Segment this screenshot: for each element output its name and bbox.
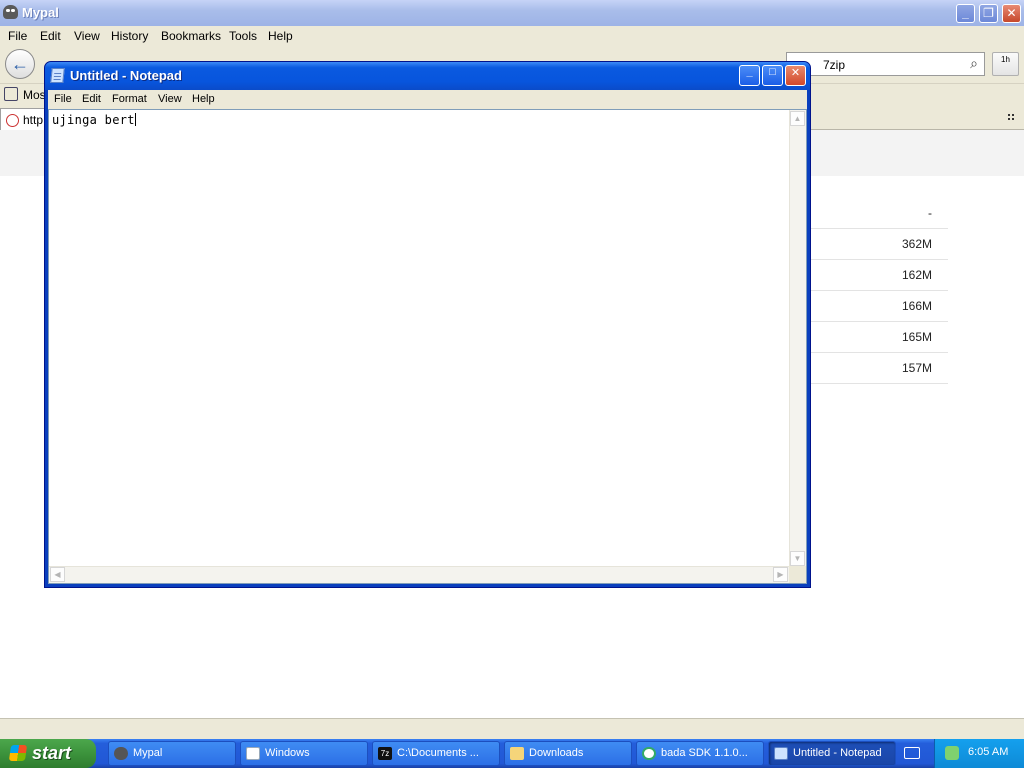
notepad-title-bar[interactable]: Untitled - Notepad _ □ ✕ (45, 62, 810, 90)
taskbar-label: C:\Documents ... (397, 747, 479, 759)
scroll-down-icon[interactable]: ▼ (790, 551, 805, 566)
taskbar-label: Windows (265, 747, 310, 759)
scroll-left-icon[interactable]: ◀ (50, 567, 65, 582)
clock[interactable]: 6:05 AM (968, 746, 1008, 758)
taskbar: start Mypal Windows 7z C:\Documents ... … (0, 739, 1024, 768)
taskbar-item-downloads[interactable]: Downloads (504, 741, 632, 766)
restore-button[interactable]: ❐ (979, 4, 998, 23)
menu-help[interactable]: Help (268, 29, 293, 43)
close-button[interactable]: ✕ (1002, 4, 1021, 23)
menu-bookmarks[interactable]: Bookmarks (161, 29, 221, 43)
mypal-icon (114, 747, 128, 760)
downloads-label: 1h (1001, 55, 1010, 64)
mypal-app-icon (3, 5, 18, 19)
taskbar-label: Untitled - Notepad (793, 747, 882, 759)
notepad-window: Untitled - Notepad _ □ ✕ File Edit Forma… (44, 61, 811, 588)
list-item: 157M (811, 353, 948, 384)
notepad-maximize-button[interactable]: □ (762, 65, 783, 86)
notepad-text-area[interactable]: ujinga bert ▲ ▼ ◀ ▶ (48, 109, 807, 584)
search-icon[interactable]: ⌕ (970, 55, 978, 72)
start-button[interactable]: start (0, 739, 96, 768)
tab-label: http (23, 113, 44, 127)
taskbar-item-mypal[interactable]: Mypal (108, 741, 236, 766)
menu-view[interactable]: View (74, 29, 100, 43)
notepad-menu-file[interactable]: File (54, 93, 72, 105)
network-icon[interactable] (945, 746, 959, 760)
search-input[interactable]: 7zip ⌕ (786, 52, 985, 76)
browser-title-bar: Mypal _ ❐ ✕ (0, 0, 1024, 26)
browser-title: Mypal (22, 5, 59, 20)
taskbar-item-bada-sdk[interactable]: bada SDK 1.1.0... (636, 741, 764, 766)
list-item: - (811, 198, 948, 229)
menu-history[interactable]: History (111, 29, 148, 43)
notepad-minimize-button[interactable]: _ (739, 65, 760, 86)
notepad-title: Untitled - Notepad (70, 68, 182, 83)
file-size: 362M (901, 237, 932, 251)
list-item: 166M (811, 291, 948, 322)
taskbar-item-windows[interactable]: Windows (240, 741, 368, 766)
vertical-scrollbar[interactable]: ▲ ▼ (789, 110, 806, 567)
menu-file[interactable]: File (8, 29, 27, 43)
start-label: start (32, 743, 72, 763)
notepad-menu-view[interactable]: View (158, 93, 182, 105)
taskbar-label: Downloads (529, 747, 584, 759)
bookmark-icon (4, 87, 18, 101)
menu-tools[interactable]: Tools (229, 29, 257, 43)
notepad-menu-edit[interactable]: Edit (82, 93, 101, 105)
file-size: - (928, 206, 932, 220)
notepad-text: ujinga bert (52, 113, 135, 127)
file-size: 166M (901, 299, 932, 313)
7zip-icon: 7z (378, 747, 392, 760)
all-tabs-icon[interactable] (1007, 113, 1016, 122)
list-item: 362M (811, 229, 948, 260)
downloads-button[interactable]: 1h (992, 52, 1019, 76)
taskbar-label: bada SDK 1.1.0... (661, 747, 748, 759)
notepad-menu-format[interactable]: Format (112, 93, 147, 105)
keyboard-icon[interactable] (904, 747, 920, 759)
back-arrow-icon[interactable]: ← (5, 49, 35, 79)
taskbar-label: Mypal (133, 747, 163, 759)
browser-menu-bar: File Edit View History Bookmarks Tools H… (0, 26, 1024, 46)
taskbar-item-7zip[interactable]: 7z C:\Documents ... (372, 741, 500, 766)
notepad-menu-help[interactable]: Help (192, 93, 215, 105)
browser-status-bar (0, 718, 1024, 739)
menu-edit[interactable]: Edit (40, 29, 61, 43)
notepad-icon (774, 747, 788, 760)
search-value: 7zip (823, 58, 846, 72)
window-icon (246, 747, 260, 760)
horizontal-scrollbar[interactable]: ◀ ▶ (49, 566, 789, 583)
list-item: 165M (811, 322, 948, 353)
file-size: 162M (901, 268, 932, 282)
system-tray: 6:05 AM (934, 739, 1024, 768)
minimize-button[interactable]: _ (956, 4, 975, 23)
file-size: 157M (901, 361, 932, 375)
list-item: 162M (811, 260, 948, 291)
folder-icon (510, 747, 524, 760)
browser-icon (642, 747, 656, 760)
notepad-icon (50, 68, 65, 83)
scroll-up-icon[interactable]: ▲ (790, 111, 805, 126)
windows-flag-icon (8, 745, 28, 761)
file-size: 165M (901, 330, 932, 344)
notepad-close-button[interactable]: ✕ (785, 65, 806, 86)
notepad-menu-bar: File Edit Format View Help (48, 90, 807, 109)
scroll-right-icon[interactable]: ▶ (773, 567, 788, 582)
resize-grip-icon[interactable] (789, 566, 806, 583)
taskbar-item-notepad[interactable]: Untitled - Notepad (768, 741, 896, 766)
